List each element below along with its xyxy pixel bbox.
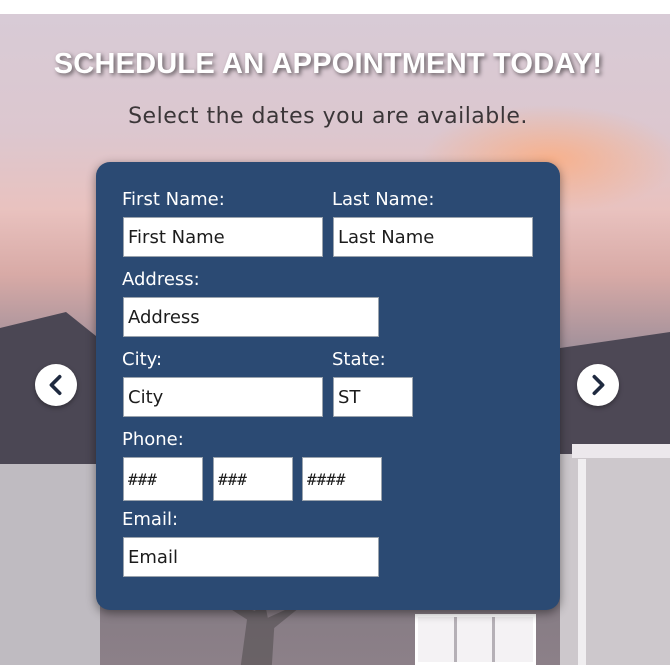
state-label: State:	[332, 349, 386, 370]
porch-post	[578, 459, 586, 665]
chevron-left-icon	[49, 374, 62, 396]
page-headline: SCHEDULE AN APPOINTMENT TODAY!	[53, 48, 603, 80]
chevron-right-icon	[592, 374, 605, 396]
email-field[interactable]	[123, 537, 379, 577]
carousel-prev-button[interactable]	[35, 364, 77, 406]
first-name-label: First Name:	[122, 189, 225, 210]
phone-prefix-field[interactable]	[213, 457, 293, 501]
house-wall-left	[0, 464, 100, 665]
address-field[interactable]	[123, 297, 379, 337]
house-wall-right	[560, 454, 670, 665]
address-label: Address:	[122, 269, 200, 290]
carousel-next-button[interactable]	[577, 364, 619, 406]
appointment-form: First Name: Last Name: Address: City: St…	[96, 162, 560, 610]
porch-beam	[572, 444, 670, 458]
last-name-field[interactable]	[333, 217, 533, 257]
phone-area-code-field[interactable]	[123, 457, 203, 501]
phone-label: Phone:	[122, 429, 184, 450]
city-field[interactable]	[123, 377, 323, 417]
city-label: City:	[122, 349, 163, 370]
email-label: Email:	[122, 509, 179, 530]
last-name-label: Last Name:	[332, 189, 435, 210]
state-field[interactable]	[333, 377, 413, 417]
phone-line-field[interactable]	[302, 457, 382, 501]
page-subheadline: Select the dates you are available.	[128, 104, 528, 129]
first-name-field[interactable]	[123, 217, 323, 257]
house-window	[415, 614, 536, 665]
